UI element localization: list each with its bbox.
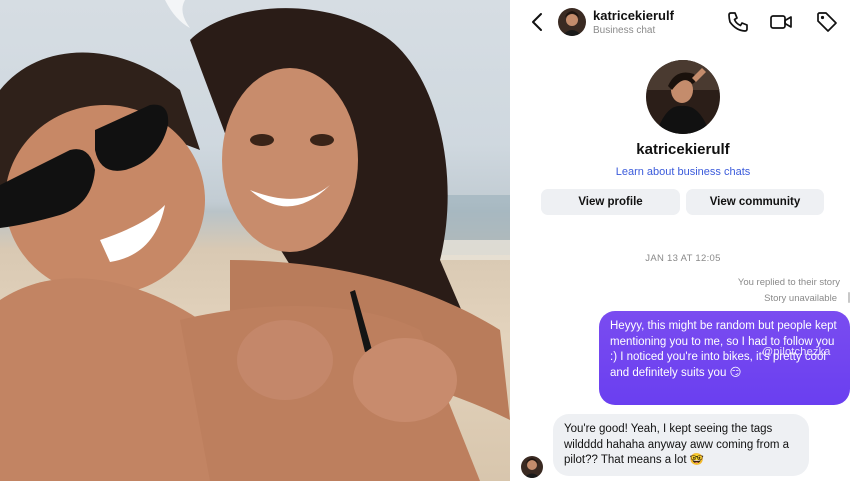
label-button[interactable] — [815, 10, 839, 34]
sender-avatar[interactable] — [521, 456, 543, 478]
watermark-text: @pilotchezka — [762, 346, 831, 358]
tag-icon — [817, 12, 837, 32]
chat-header: katricekierulf Business chat — [510, 0, 856, 44]
header-avatar[interactable] — [558, 8, 586, 36]
story-status: Story unavailable — [764, 293, 837, 304]
video-camera-icon — [770, 15, 792, 29]
avatar-image — [521, 456, 543, 478]
phone-icon — [728, 12, 748, 32]
incoming-message[interactable]: You're good! Yeah, I kept seeing the tag… — [553, 414, 809, 476]
chat-panel: katricekierulf Business chat katricekier… — [510, 0, 856, 481]
story-reply-bar — [848, 292, 850, 303]
outgoing-message[interactable]: Heyyy, this might be random but people k… — [599, 311, 850, 405]
back-button[interactable] — [528, 10, 548, 34]
story-photo — [0, 0, 510, 481]
story-reply-note: You replied to their story — [737, 277, 840, 288]
view-profile-button[interactable]: View profile — [541, 189, 680, 215]
learn-business-chats-link[interactable]: Learn about business chats — [510, 166, 856, 178]
video-call-button[interactable] — [769, 10, 793, 34]
header-subtitle: Business chat — [593, 25, 656, 36]
header-username[interactable]: katricekierulf — [593, 8, 674, 23]
message-timestamp: JAN 13 AT 12:05 — [645, 253, 721, 264]
call-button[interactable] — [726, 10, 750, 34]
profile-avatar[interactable] — [646, 60, 720, 134]
photo-illustration — [0, 0, 510, 481]
view-community-button[interactable]: View community — [686, 189, 824, 215]
profile-photo — [646, 60, 720, 134]
avatar-image — [558, 8, 586, 36]
chevron-left-icon — [532, 13, 542, 31]
profile-name: katricekierulf — [636, 141, 730, 158]
